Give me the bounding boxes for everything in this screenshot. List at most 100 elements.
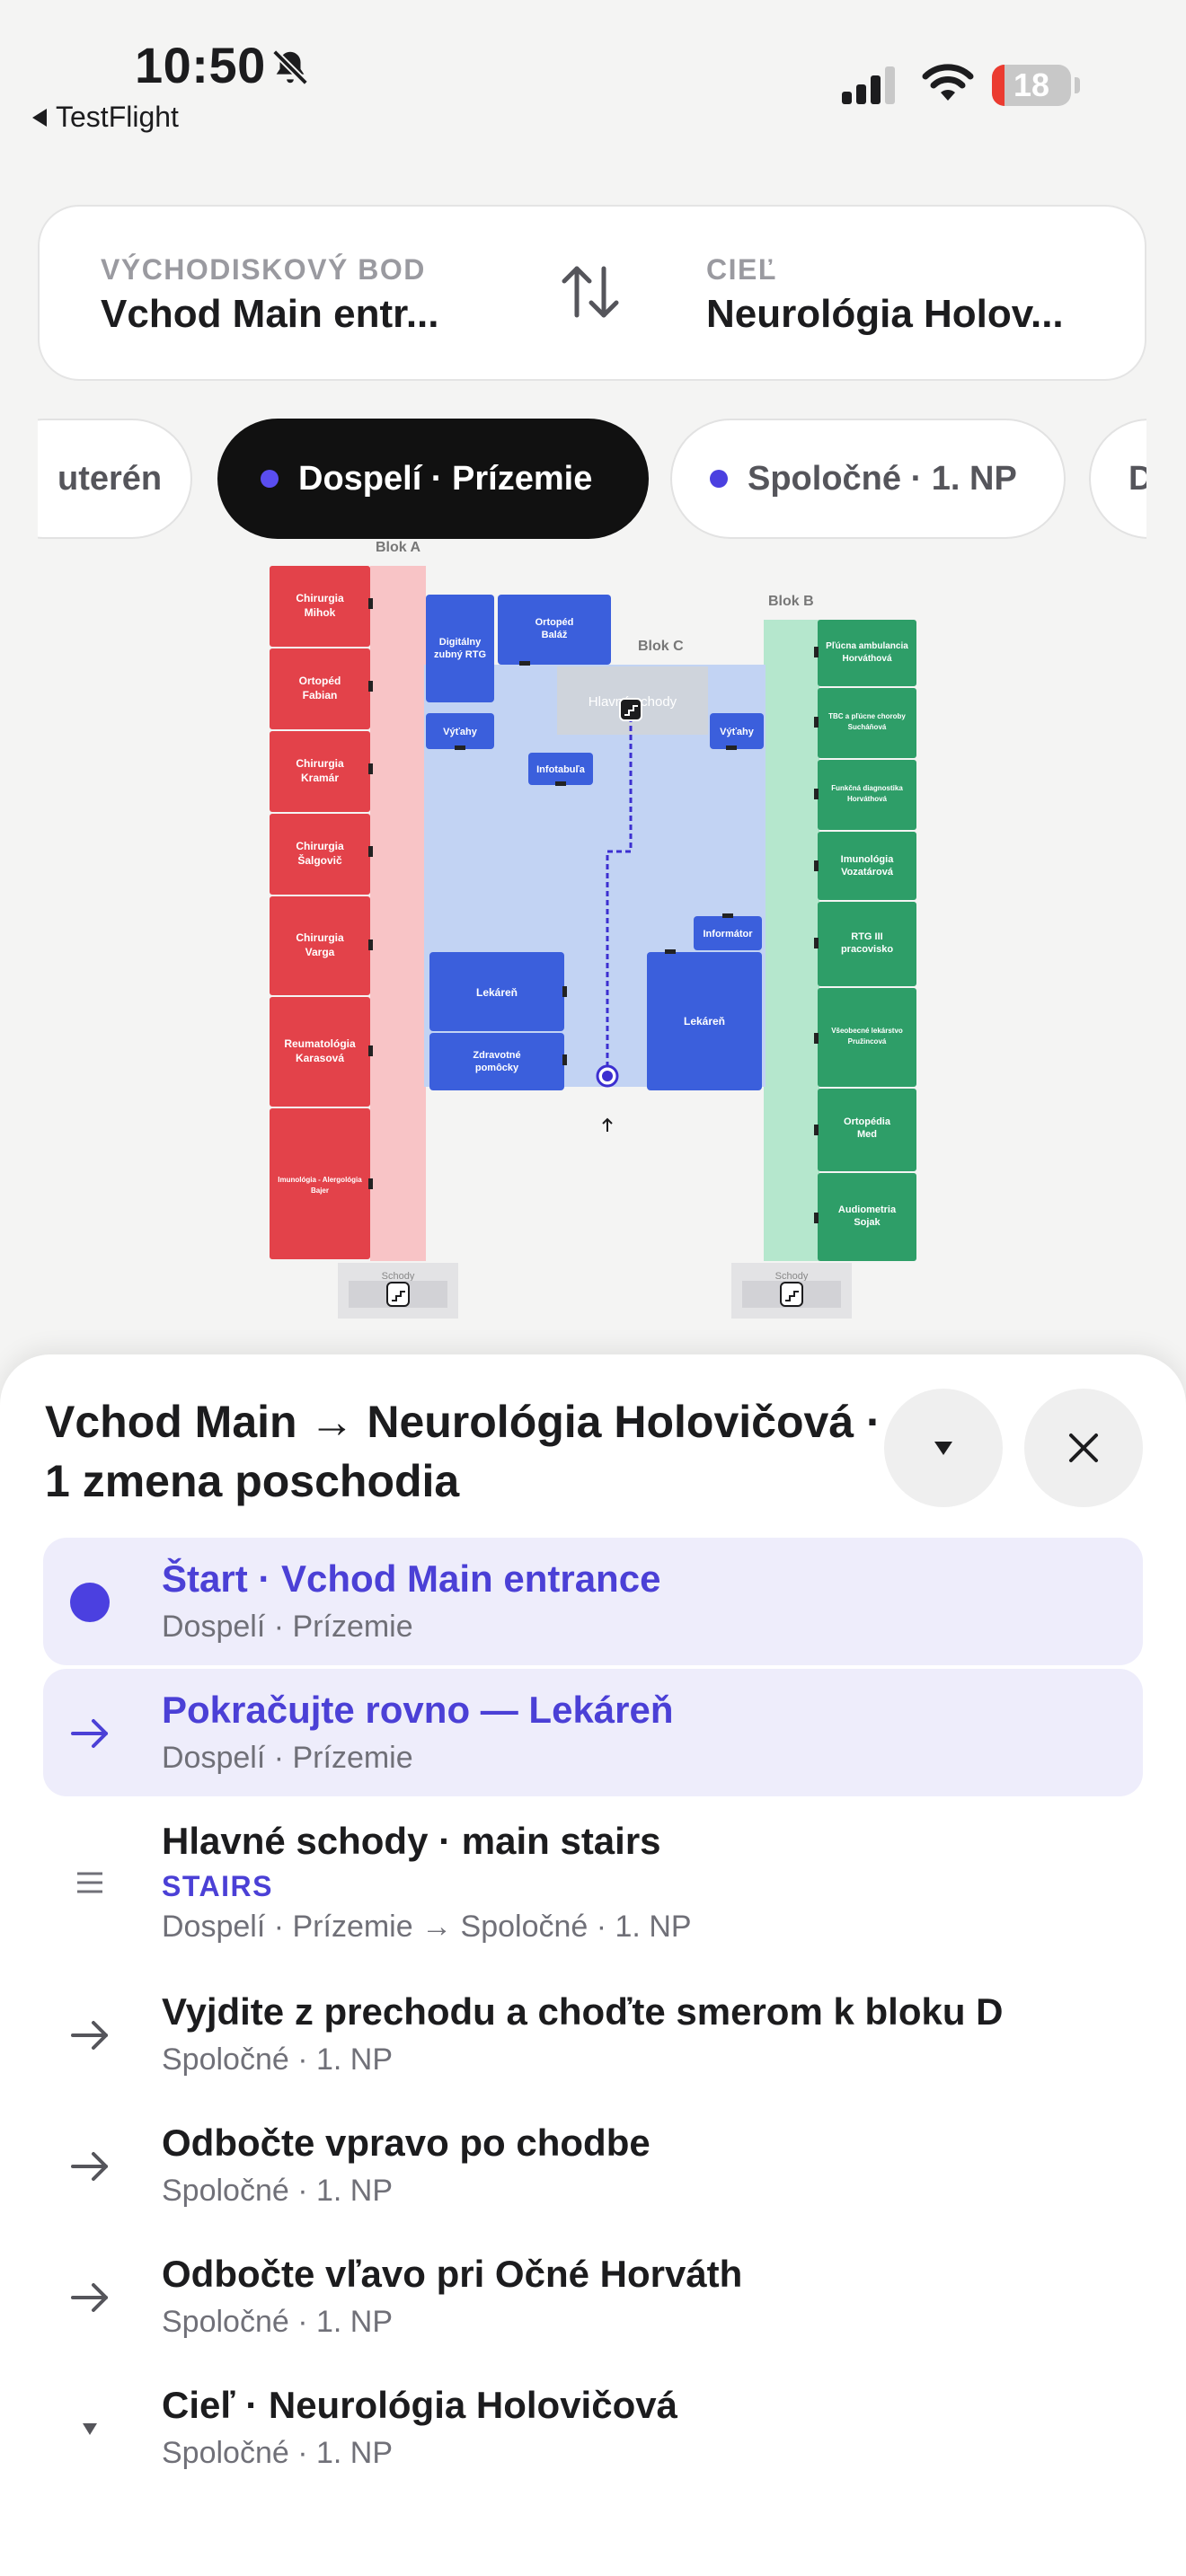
step-subtitle: Spoločné · 1. NP: [162, 2174, 394, 2208]
stairs-left[interactable]: Schody: [338, 1263, 458, 1319]
stairs-right[interactable]: Schody: [731, 1263, 852, 1319]
room-label: Všeobecné lekárstvo: [831, 1027, 903, 1035]
status-time: 10:50: [135, 37, 266, 93]
pharmacy-label-left: Lekáreň: [476, 986, 518, 999]
battery-level: 18: [1013, 66, 1050, 103]
room-label: Pružincová: [848, 1037, 887, 1045]
room-label: Vozatárová: [841, 867, 894, 878]
cellular-signal-icon: [842, 66, 895, 104]
floor-selector: uterén Dospelí · Prízemie Spoločné · 1. …: [38, 419, 1146, 539]
room-label: TBC a pľúcne choroby: [828, 712, 906, 720]
room-label: Karasová: [296, 1052, 344, 1064]
room-label: Sojak: [854, 1217, 881, 1228]
corridor-block-b: [764, 620, 819, 1261]
route-step[interactable]: Hlavné schody · main stairs STAIRS Dospe…: [43, 1800, 1143, 1967]
floor-chip-label: Dospelí · Prízemie: [298, 459, 593, 498]
room-label: Horváthová: [842, 654, 891, 664]
floor-chip-dospeli-prizemie[interactable]: Dospelí · Prízemie: [217, 419, 649, 539]
collapse-sheet-button[interactable]: [884, 1389, 1003, 1507]
step-title: Pokračujte rovno — Lekáreň: [162, 1689, 674, 1731]
block-b-label: Blok B: [768, 594, 814, 609]
origin-label: VÝCHODISKOVÝ BOD: [101, 253, 426, 286]
route-step[interactable]: Pokračujte rovno — Lekáreň Dospelí · Prí…: [43, 1669, 1143, 1796]
arrow-right-icon: [65, 2141, 115, 2192]
left-rooms: [270, 566, 370, 1259]
block-c-label: Blok C: [638, 639, 684, 654]
step-subtitle: Dospelí · Prízemie → Spoločné · 1. NP: [162, 1910, 692, 1944]
destination-marker-icon: [65, 2404, 115, 2454]
step-title: Vyjdite z prechodu a choďte smerom k blo…: [162, 1990, 1004, 2033]
room-label: Mihok: [305, 606, 336, 619]
route-start-dot: [602, 1071, 613, 1081]
bell-muted-icon: [272, 49, 308, 85]
close-icon: [1069, 1434, 1098, 1462]
floor-chip-label: uterén: [58, 459, 163, 498]
room-medical-aids[interactable]: [429, 1033, 564, 1090]
route-step[interactable]: Odbočte vpravo po chodbe Spoločné · 1. N…: [43, 2102, 1143, 2229]
back-to-app-link[interactable]: TestFlight: [32, 101, 179, 134]
step-subtitle: Dospelí · Prízemie: [162, 1610, 413, 1644]
stairs-label: Schody: [775, 1271, 809, 1282]
step-title: Hlavné schody · main stairs: [162, 1820, 661, 1862]
stairs-label: Schody: [382, 1271, 415, 1282]
arrow-right-icon: [65, 1708, 115, 1759]
floor-map[interactable]: Blok A Blok B Blok C Hlavné schody Chiru…: [0, 530, 1186, 1338]
swap-arrows-icon[interactable]: [559, 263, 622, 321]
room-label: Digitálny: [439, 637, 482, 648]
room-label: Ortopéd: [535, 617, 574, 628]
lifts-label-right: Výťahy: [720, 727, 755, 737]
close-sheet-button[interactable]: [1024, 1389, 1143, 1507]
step-tag: STAIRS: [162, 1870, 273, 1902]
route-step[interactable]: Odbočte vľavo pri Očné Horváth Spoločné …: [43, 2233, 1143, 2360]
pharmacy-label-right: Lekáreň: [684, 1015, 725, 1028]
route-step[interactable]: Cieľ · Neurológia Holovičová Spoločné · …: [43, 2364, 1143, 2492]
step-subtitle: Dospelí · Prízemie: [162, 1741, 413, 1775]
room-label: Fabian: [303, 689, 338, 701]
room-left[interactable]: [270, 1108, 370, 1259]
back-app-label: TestFlight: [56, 101, 179, 133]
room-label: Sucháňová: [848, 723, 887, 731]
room-right[interactable]: [818, 620, 916, 686]
start-dot-icon: [65, 1577, 115, 1628]
floor-dot-icon: [261, 470, 279, 488]
stairs-icon: [65, 1857, 115, 1908]
block-a-label: Blok A: [376, 540, 421, 555]
floor-chip-d[interactable]: D: [1089, 419, 1146, 539]
room-label: RTG III: [851, 931, 882, 942]
route-step[interactable]: Štart · Vchod Main entrance Dospelí · Pr…: [43, 1538, 1143, 1665]
floor-dot-icon: [710, 470, 728, 488]
room-label: pomôcky: [475, 1063, 519, 1073]
battery-cap: [1075, 77, 1080, 93]
room-right[interactable]: [818, 832, 916, 900]
floor-chip-spolocne-1np[interactable]: Spoločné · 1. NP: [670, 419, 1066, 539]
route-stairs-marker: [619, 698, 642, 721]
route-step[interactable]: Vyjdite z prechodu a choďte smerom k blo…: [43, 1971, 1143, 2098]
sheet-title: Vchod Main → Neurológia Holovičová · 1 z…: [45, 1397, 881, 1506]
room-label: Funkčná diagnostika: [831, 784, 903, 792]
destination-field[interactable]: CIEĽ Neurológia Holov...: [706, 253, 1064, 337]
floor-chip-label: D: [1128, 459, 1146, 498]
room-label: Varga: [305, 946, 335, 958]
origin-field[interactable]: VÝCHODISKOVÝ BOD Vchod Main entr...: [101, 253, 439, 337]
step-subtitle: Spoločné · 1. NP: [162, 2436, 394, 2470]
step-title: Odbočte vpravo po chodbe: [162, 2122, 651, 2164]
room-label: Horváthová: [847, 795, 888, 803]
room-label: Šalgovič: [297, 853, 342, 867]
room-label: Med: [857, 1129, 877, 1140]
origin-value: Vchod Main entr...: [101, 292, 439, 336]
arrow-right-icon: [65, 2010, 115, 2060]
triangle-down-icon: [934, 1442, 952, 1455]
destination-value: Neurológia Holov...: [706, 292, 1064, 336]
directions-sheet: Vchod Main → Neurológia Holovičová · 1 z…: [0, 1354, 1186, 2576]
room-label: Ortopédia: [844, 1116, 891, 1127]
room-label: Imunológia - Alergológia: [278, 1176, 362, 1184]
floor-chip-suteren[interactable]: uterén: [38, 419, 192, 539]
infotabula-label: Infotabuľa: [536, 764, 586, 775]
floor-chip-label: Spoločné · 1. NP: [748, 459, 1017, 498]
arrow-right-icon: [65, 2272, 115, 2323]
room-dental-rtg[interactable]: [426, 595, 494, 702]
room-label: Imunológia: [841, 854, 895, 865]
room-label: Chirurgia: [296, 757, 344, 770]
room-label: zubný RTG: [434, 649, 486, 660]
room-label: Audiometria: [838, 1204, 897, 1215]
